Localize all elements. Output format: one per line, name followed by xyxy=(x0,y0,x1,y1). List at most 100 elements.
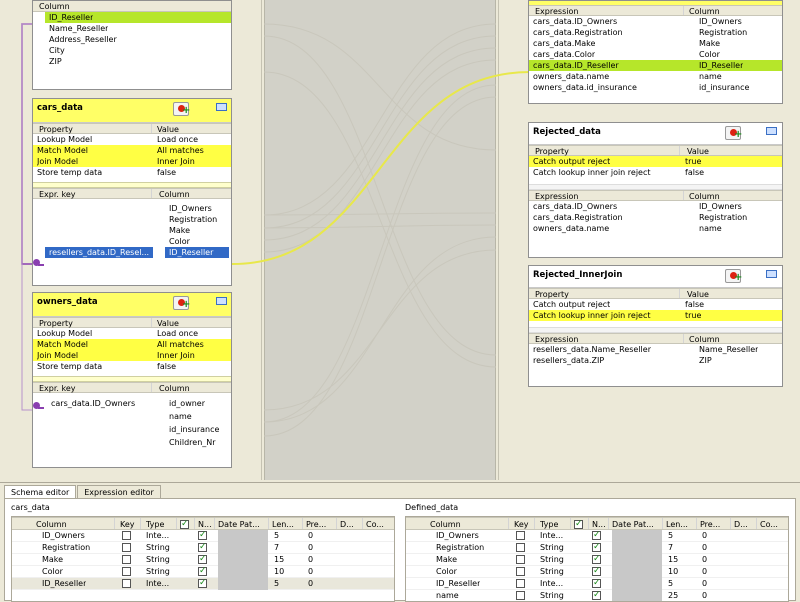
property-row[interactable]: Lookup Model Load once xyxy=(33,328,231,339)
column-row[interactable]: Name_Reseller xyxy=(33,23,231,34)
output-row[interactable]: owners_data.name name xyxy=(529,71,782,82)
column-row[interactable]: name xyxy=(33,410,231,423)
filter-add-button[interactable]: + xyxy=(173,296,190,310)
schema-length: 15 xyxy=(274,555,285,564)
property-row[interactable]: Match Model All matches xyxy=(33,145,231,156)
output-row[interactable]: cars_data.ID_Owners ID_Owners xyxy=(529,201,782,212)
expr-key-field[interactable]: cars_data.ID_Owners xyxy=(51,397,135,410)
date-pattern-cell xyxy=(218,530,268,542)
column-row[interactable]: Registration xyxy=(33,214,231,225)
output-row[interactable]: cars_data.ID_Reseller ID_Reseller xyxy=(529,60,782,71)
key-checkbox[interactable] xyxy=(516,579,525,588)
property-row[interactable]: Store temp data false xyxy=(33,167,231,178)
column-row[interactable]: id_insurance xyxy=(33,423,231,436)
schema-length: 5 xyxy=(668,579,674,588)
nullable-checkbox[interactable] xyxy=(198,577,207,589)
column-row[interactable]: ID_Owners xyxy=(33,203,231,214)
output-row[interactable]: cars_data.Registration Registration xyxy=(529,27,782,38)
key-checkbox[interactable] xyxy=(122,579,131,588)
key-checkbox[interactable] xyxy=(516,531,525,540)
schema-column-name: ID_Reseller xyxy=(42,579,87,588)
minimize-button[interactable] xyxy=(215,102,229,114)
output-row[interactable]: owners_data.id_insurance id_insurance xyxy=(529,82,782,93)
date-pattern-cell xyxy=(218,542,268,554)
nullable-checkbox[interactable] xyxy=(198,529,207,541)
output-row[interactable]: resellers_data.Name_Reseller Name_Reselle… xyxy=(529,344,782,355)
schema-row[interactable]: ID_Reseller Inte... 5 0 xyxy=(12,577,394,590)
expr-key-field[interactable]: resellers_data.ID_Resel... xyxy=(45,247,153,258)
column-row[interactable]: City xyxy=(33,45,231,56)
schema-type: String xyxy=(540,567,564,576)
output-row[interactable]: owners_data.name name xyxy=(529,223,782,234)
column-row[interactable]: ID_Reseller xyxy=(45,12,231,23)
nullable-checkbox[interactable] xyxy=(592,565,601,577)
select-all-checkbox[interactable] xyxy=(574,518,583,531)
key-checkbox[interactable] xyxy=(122,531,131,540)
select-all-checkbox[interactable] xyxy=(180,518,189,531)
output-row[interactable]: cars_data.Make Make xyxy=(529,38,782,49)
key-checkbox[interactable] xyxy=(516,543,525,552)
column-row[interactable]: Make xyxy=(33,225,231,236)
date-pattern-cell xyxy=(612,578,662,590)
schema-length: 5 xyxy=(274,531,280,540)
nullable-checkbox[interactable] xyxy=(592,589,601,601)
nullable-checkbox[interactable] xyxy=(592,577,601,589)
nullable-checkbox[interactable] xyxy=(592,541,601,553)
schema-column-name: Registration xyxy=(436,543,485,552)
key-checkbox[interactable] xyxy=(516,555,525,564)
minimize-button[interactable] xyxy=(765,126,779,138)
schema-column-name: name xyxy=(436,591,459,600)
column-row[interactable]: ZIP xyxy=(33,56,231,67)
filter-add-button[interactable]: + xyxy=(173,102,190,116)
key-checkbox[interactable] xyxy=(516,567,525,576)
minimize-button[interactable] xyxy=(765,269,779,281)
output-row[interactable]: resellers_data.ZIP ZIP xyxy=(529,355,782,366)
properties-header: Property Value xyxy=(529,288,782,299)
minimize-button[interactable] xyxy=(215,296,229,308)
output-row[interactable]: cars_data.ID_Owners ID_Owners xyxy=(529,16,782,27)
column-row[interactable]: Children_Nr xyxy=(33,436,231,449)
nullable-checkbox[interactable] xyxy=(198,565,207,577)
key-checkbox[interactable] xyxy=(122,543,131,552)
schema-length: 7 xyxy=(668,543,674,552)
nullable-checkbox[interactable] xyxy=(592,553,601,565)
schema-row[interactable]: name String 25 0 xyxy=(406,589,788,601)
table-header: cars_data + xyxy=(33,99,231,123)
column-row[interactable]: Color xyxy=(33,236,231,247)
properties-header: Property Value xyxy=(33,317,231,328)
property-row[interactable]: Catch lookup inner join reject false xyxy=(529,167,782,178)
key-column-row[interactable]: cars_data.ID_Owners id_owner xyxy=(33,397,231,410)
key-checkbox[interactable] xyxy=(122,555,131,564)
output-row[interactable]: cars_data.Color Color xyxy=(529,49,782,60)
filter-add-button[interactable]: + xyxy=(725,126,742,140)
property-row[interactable]: Match Model All matches xyxy=(33,339,231,350)
property-row[interactable]: Lookup Model Load once xyxy=(33,134,231,145)
nullable-checkbox[interactable] xyxy=(592,529,601,541)
property-row[interactable]: Join Model Inner Join xyxy=(33,156,231,167)
filter-add-button[interactable]: + xyxy=(725,269,742,283)
cars-data-lookup-table: cars_data + Property Value Lookup Model L… xyxy=(32,98,232,286)
date-pattern-cell xyxy=(612,566,662,578)
property-row[interactable]: Catch lookup inner join reject true xyxy=(529,310,782,321)
resellers-input-table: Column ID_Reseller Name_Reseller Address… xyxy=(32,0,232,90)
property-row[interactable]: Catch output reject true xyxy=(529,156,782,167)
output-row[interactable]: cars_data.Registration Registration xyxy=(529,212,782,223)
schema-precision: 0 xyxy=(702,579,708,588)
nullable-checkbox[interactable] xyxy=(198,553,207,565)
nullable-checkbox[interactable] xyxy=(198,541,207,553)
tab-schema-editor[interactable]: Schema editor xyxy=(4,485,77,498)
tab-expression-editor[interactable]: Expression editor xyxy=(77,485,161,498)
column-row[interactable]: Address_Reseller xyxy=(33,34,231,45)
schema-column-name: ID_Owners xyxy=(436,531,479,540)
date-pattern-cell xyxy=(612,554,662,566)
window-icon xyxy=(216,103,227,111)
key-checkbox[interactable] xyxy=(122,567,131,576)
table-header: Rejected_InnerJoin + xyxy=(529,266,782,288)
property-row[interactable]: Catch output reject false xyxy=(529,299,782,310)
property-row[interactable]: Join Model Inner Join xyxy=(33,350,231,361)
input-schema-rows: ID_Owners Inte... 5 0 Registration String 7 0 Ma… xyxy=(12,529,394,590)
input-schema-grid: Column Key Type N... Date Pat... Len... … xyxy=(11,516,395,602)
key-column-row[interactable]: resellers_data.ID_Resel... ID_Reseller xyxy=(33,247,231,258)
key-checkbox[interactable] xyxy=(516,591,525,600)
property-row[interactable]: Store temp data false xyxy=(33,361,231,372)
